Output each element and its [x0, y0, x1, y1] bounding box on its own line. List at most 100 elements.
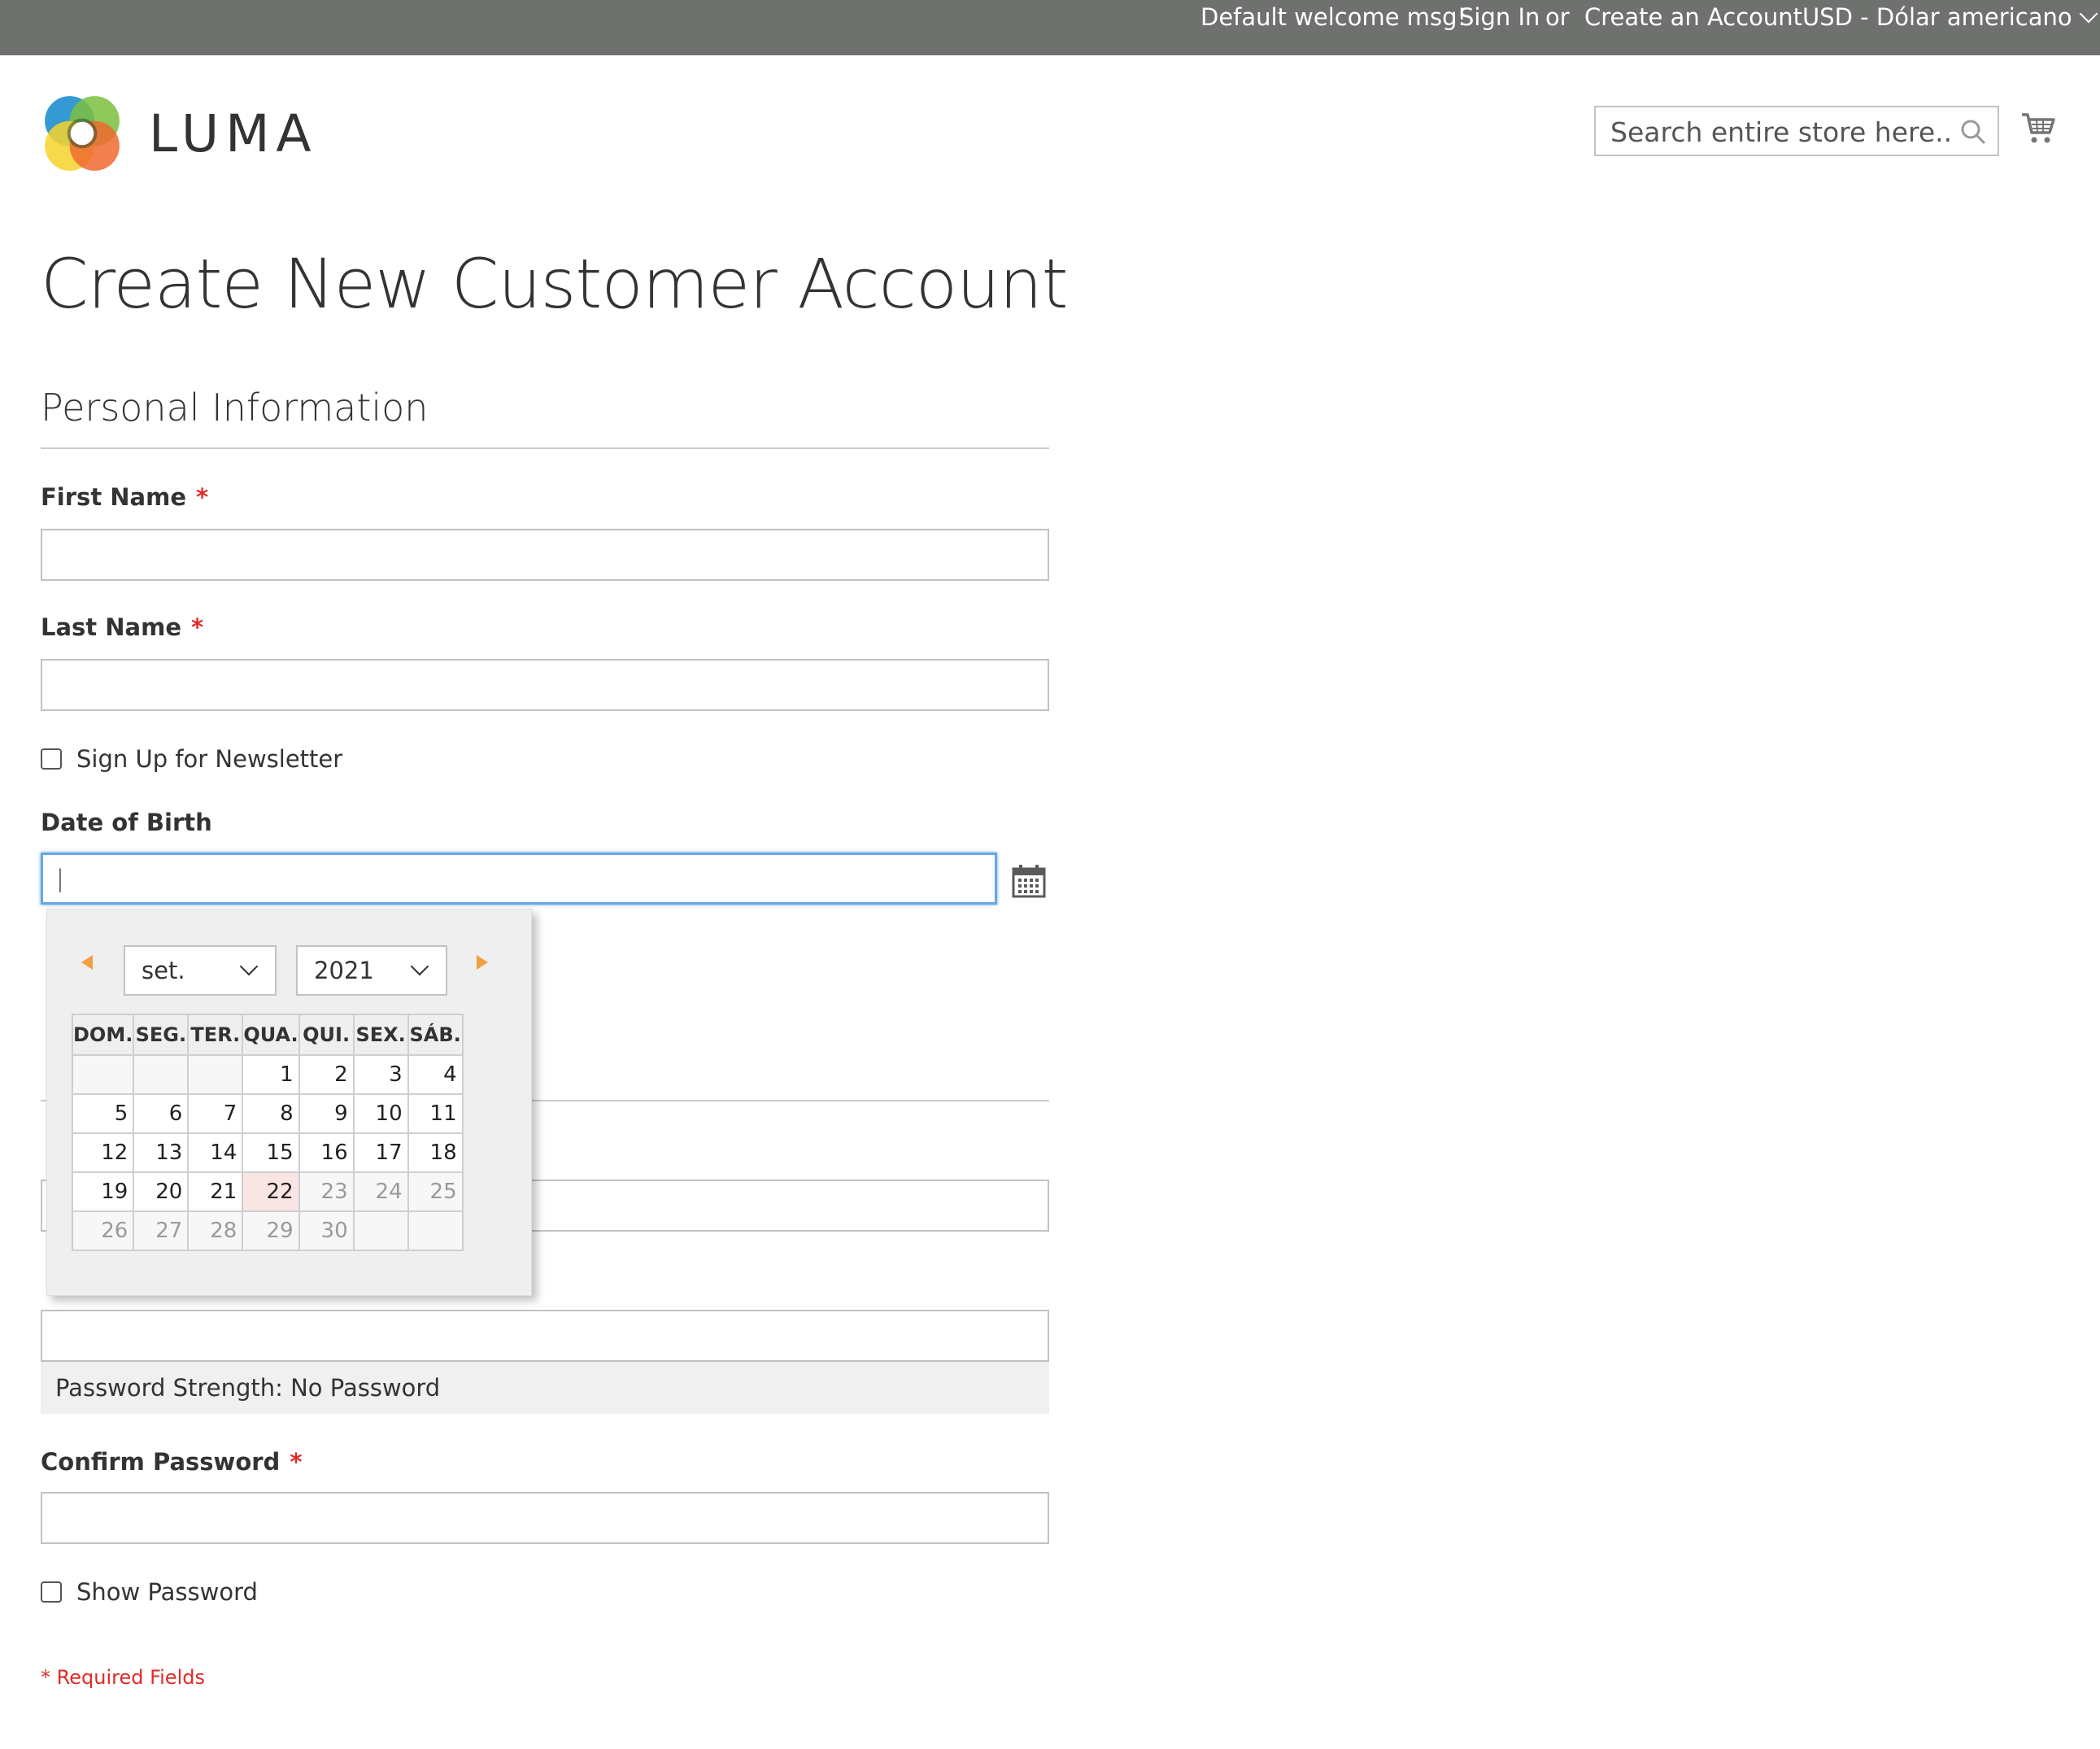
calendar-icon[interactable]	[1012, 864, 1046, 898]
calendar-day[interactable]: 6	[133, 1093, 190, 1134]
calendar-empty-cell	[352, 1210, 409, 1251]
month-select[interactable]: set.	[124, 945, 277, 996]
chevron-down-icon	[239, 957, 259, 976]
calendar-day[interactable]: 21	[187, 1171, 244, 1212]
calendar-week-row: 26 27 28 29 30	[71, 1210, 464, 1251]
last-name-label-text: Last Name	[41, 613, 181, 641]
required-asterisk: *	[196, 483, 209, 511]
calendar-day[interactable]: 20	[133, 1171, 190, 1212]
password-strength-meter: Password Strength: No Password	[41, 1362, 1049, 1414]
calendar-week-row: 12 13 14 15 16 17 18	[71, 1132, 464, 1173]
dob-input[interactable]: |	[41, 853, 997, 905]
password-strength-text: Password Strength: No Password	[55, 1374, 441, 1402]
calendar-day-disabled: 30	[298, 1210, 355, 1251]
calendar-day[interactable]: 17	[352, 1132, 409, 1173]
prev-month-arrow-icon[interactable]	[81, 955, 93, 970]
confirm-password-input[interactable]	[41, 1492, 1049, 1544]
calendar-day[interactable]: 18	[407, 1132, 464, 1173]
calendar-day-disabled: 24	[352, 1171, 409, 1212]
calendar-day-disabled: 26	[71, 1210, 135, 1251]
weekday-header: SEG.	[133, 1014, 190, 1056]
sign-in-link[interactable]: Sign In	[1459, 3, 1540, 31]
create-account-link[interactable]: Create an Account	[1584, 3, 1802, 31]
newsletter-label[interactable]: Sign Up for Newsletter	[76, 745, 342, 773]
calendar-day[interactable]: 4	[407, 1054, 464, 1095]
page-title: Create New Customer Account	[41, 244, 1069, 324]
calendar-day-disabled: 27	[133, 1210, 190, 1251]
welcome-message: Default welcome msg!	[1200, 3, 1467, 31]
section-divider	[41, 447, 1049, 449]
calendar-day[interactable]: 12	[71, 1132, 135, 1173]
calendar-day[interactable]: 2	[298, 1054, 355, 1095]
datepicker-popup: set. 2021 DOM. SEG. TER. QUA. QUI. SEX. …	[46, 909, 532, 1296]
confirm-password-label: Confirm Password *	[41, 1448, 302, 1476]
top-bar: Default welcome msg! Sign In or Create a…	[0, 0, 2100, 55]
show-password-label[interactable]: Show Password	[76, 1578, 258, 1606]
next-month-arrow-icon[interactable]	[477, 955, 488, 970]
calendar-day-today[interactable]: 22	[242, 1171, 300, 1212]
weekday-header: SÁB.	[407, 1014, 464, 1056]
calendar-day[interactable]: 9	[298, 1093, 355, 1134]
calendar-day[interactable]: 11	[407, 1093, 464, 1134]
password-input[interactable]	[41, 1310, 1049, 1362]
month-select-value: set.	[142, 957, 185, 984]
calendar-day[interactable]: 14	[187, 1132, 244, 1173]
luma-logo-icon[interactable]	[41, 92, 124, 175]
required-asterisk: *	[191, 613, 204, 641]
confirm-password-label-text: Confirm Password	[41, 1448, 281, 1476]
year-select[interactable]: 2021	[296, 945, 447, 996]
calendar-day-disabled: 28	[187, 1210, 244, 1251]
show-password-row: Show Password	[41, 1578, 258, 1606]
calendar-day[interactable]: 15	[242, 1132, 300, 1173]
calendar-day[interactable]: 10	[352, 1093, 409, 1134]
cart-icon[interactable]	[2020, 110, 2056, 146]
last-name-input[interactable]	[41, 659, 1049, 711]
first-name-label: First Name *	[41, 483, 208, 511]
calendar-week-row: 1234	[71, 1054, 464, 1095]
required-asterisk: *	[290, 1448, 303, 1476]
search-icon[interactable]	[1960, 119, 1986, 145]
newsletter-checkbox[interactable]	[41, 748, 62, 770]
weekday-header: DOM.	[71, 1014, 135, 1056]
calendar-day[interactable]: 19	[71, 1171, 135, 1212]
calendar-day-disabled: 25	[407, 1171, 464, 1212]
calendar-day[interactable]: 5	[71, 1093, 135, 1134]
calendar-week-row: 5 6 7 8 9 10 11	[71, 1093, 464, 1134]
calendar-day-disabled: 23	[298, 1171, 355, 1212]
section-title-personal-info: Personal Information	[41, 386, 429, 430]
dob-label: Date of Birth	[41, 809, 212, 836]
newsletter-row: Sign Up for Newsletter	[41, 745, 342, 773]
currency-switcher[interactable]: USD - Dólar americano	[1802, 3, 2098, 31]
calendar-empty-cell	[187, 1054, 244, 1095]
calendar-empty-cell	[133, 1054, 190, 1095]
first-name-label-text: First Name	[41, 483, 186, 511]
search-input[interactable]	[1596, 107, 1954, 156]
show-password-checkbox[interactable]	[41, 1581, 62, 1603]
currency-label: USD - Dólar americano	[1802, 3, 2072, 31]
chevron-down-icon	[2079, 4, 2098, 24]
required-fields-note: * Required Fields	[41, 1666, 205, 1689]
calendar-day[interactable]: 13	[133, 1132, 190, 1173]
calendar-day-disabled: 29	[242, 1210, 300, 1251]
calendar-day[interactable]: 1	[242, 1054, 300, 1095]
weekday-header-row: DOM. SEG. TER. QUA. QUI. SEX. SÁB.	[71, 1014, 464, 1056]
weekday-header: TER.	[187, 1014, 244, 1056]
or-text: or	[1545, 3, 1570, 31]
calendar-empty-cell	[407, 1210, 464, 1251]
weekday-header: SEX.	[352, 1014, 409, 1056]
weekday-header: QUA.	[242, 1014, 300, 1056]
logo-text[interactable]: LUMA	[149, 104, 318, 164]
calendar-day[interactable]: 16	[298, 1132, 355, 1173]
search-box	[1594, 106, 1999, 156]
calendar-grid: DOM. SEG. TER. QUA. QUI. SEX. SÁB. 12345…	[71, 1014, 464, 1251]
calendar-day[interactable]: 7	[187, 1093, 244, 1134]
chevron-down-icon	[410, 957, 429, 976]
last-name-label: Last Name *	[41, 613, 203, 641]
calendar-day[interactable]: 3	[352, 1054, 409, 1095]
weekday-header: QUI.	[298, 1014, 355, 1056]
calendar-day[interactable]: 8	[242, 1093, 300, 1134]
calendar-week-row: 19 20 21 22 23 24 25	[71, 1171, 464, 1212]
year-select-value: 2021	[314, 957, 374, 984]
calendar-empty-cell	[71, 1054, 135, 1095]
first-name-input[interactable]	[41, 529, 1049, 581]
